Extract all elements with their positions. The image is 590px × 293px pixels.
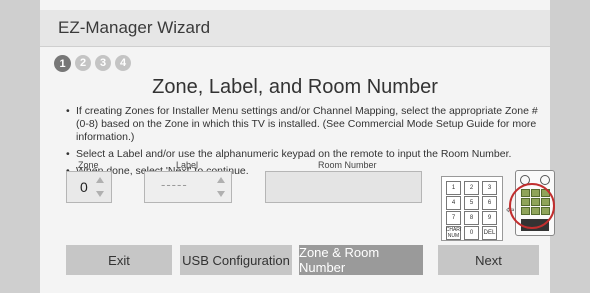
instruction-2: Select a Label and/or use the alphanumer… (66, 148, 546, 161)
zone-label: Zone (78, 160, 99, 170)
remote-button-icon (540, 175, 550, 185)
keypad-key: 9 (482, 211, 497, 225)
keypad-key: 1 (446, 181, 461, 195)
step-indicator: 1 2 3 4 (54, 55, 131, 72)
keypad-key: 7 (446, 211, 461, 225)
keypad-key: 2 (464, 181, 479, 195)
keypad-key: 3 (482, 181, 497, 195)
page-heading: Zone, Label, and Room Number (152, 76, 438, 98)
keypad-key: DEL (482, 226, 497, 240)
room-number-label: Room Number (318, 160, 377, 170)
next-button[interactable]: Next (438, 245, 539, 275)
keypad-diagram: 1 2 3 4 5 6 7 8 9 CHAR/ NUM 0 DEL (441, 176, 503, 241)
label-value: ----- (161, 177, 188, 192)
keypad-key: 6 (482, 196, 497, 210)
zone-up-arrow-icon[interactable] (96, 177, 104, 183)
label-selector[interactable]: ----- (144, 171, 232, 203)
right-margin (550, 0, 590, 293)
wizard-title: EZ-Manager Wizard (58, 18, 211, 37)
instruction-1: If creating Zones for Installer Menu set… (66, 105, 546, 144)
wizard-title-bar: EZ-Manager Wizard (40, 10, 550, 47)
room-number-input[interactable] (265, 171, 422, 203)
zone-value: 0 (80, 179, 88, 195)
zone-down-arrow-icon[interactable] (96, 191, 104, 197)
zone-room-number-button[interactable]: Zone & Room Number (299, 245, 423, 275)
step-1: 1 (54, 55, 71, 72)
highlight-circle (509, 183, 555, 229)
label-up-arrow-icon[interactable] (217, 177, 225, 183)
step-2: 2 (75, 55, 91, 71)
step-3: 3 (95, 55, 111, 71)
usb-configuration-button[interactable]: USB Configuration (180, 245, 292, 275)
step-4: 4 (115, 55, 131, 71)
left-margin (0, 0, 40, 293)
label-field-label: Label (176, 160, 199, 170)
keypad-key: CHAR/ NUM (445, 226, 462, 240)
keypad-key: 8 (464, 211, 479, 225)
exit-button[interactable]: Exit (66, 245, 172, 275)
keypad-key: 5 (464, 196, 479, 210)
zone-selector[interactable]: 0 (66, 171, 112, 203)
keypad-key: 0 (464, 226, 479, 240)
keypad-key: 4 (446, 196, 461, 210)
label-down-arrow-icon[interactable] (217, 191, 225, 197)
